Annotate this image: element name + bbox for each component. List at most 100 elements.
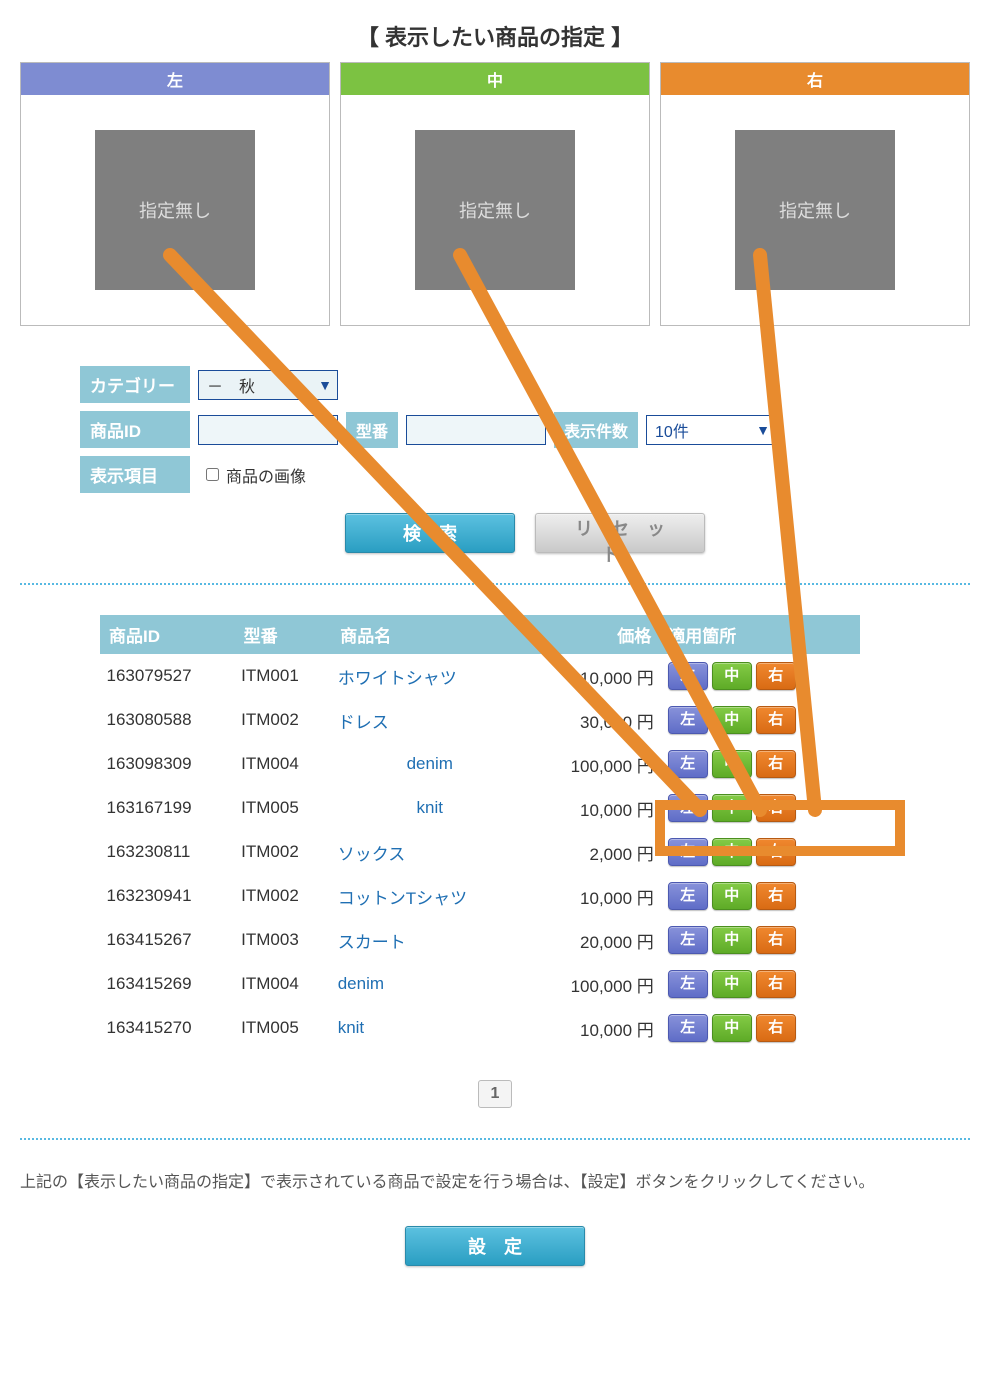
reset-button[interactable]: リセット (535, 513, 705, 553)
set-button[interactable]: 設定 (405, 1226, 585, 1266)
cell-id: 163080588 (101, 698, 236, 742)
cell-id: 163167199 (101, 786, 236, 830)
cell-id: 163415269 (101, 962, 236, 1006)
divider (20, 1138, 970, 1140)
cell-model: ITM002 (235, 698, 332, 742)
cell-price: 2,000 円 (528, 830, 660, 874)
apply-center-button[interactable]: 中 (712, 926, 752, 954)
apply-left-button[interactable]: 左 (668, 838, 708, 866)
apply-left-button[interactable]: 左 (668, 706, 708, 734)
cell-name[interactable]: denim (332, 962, 528, 1006)
cell-price: 10,000 円 (528, 786, 660, 830)
display-fields-label: 表示項目 (80, 456, 190, 493)
cell-name[interactable]: denim (332, 742, 528, 786)
apply-center-button[interactable]: 中 (712, 794, 752, 822)
apply-center-button[interactable]: 中 (712, 838, 752, 866)
apply-center-button[interactable]: 中 (712, 662, 752, 690)
apply-right-button[interactable]: 右 (756, 926, 796, 954)
category-label: カテゴリー (80, 366, 190, 403)
table-row: 163415269ITM004denim100,000 円左中右 (101, 962, 860, 1006)
apply-center-button[interactable]: 中 (712, 970, 752, 998)
model-label: 型番 (346, 412, 398, 448)
cell-price: 100,000 円 (528, 742, 660, 786)
table-row: 163098309ITM004denim100,000 円左中右 (101, 742, 860, 786)
apply-left-button[interactable]: 左 (668, 970, 708, 998)
cell-price: 10,000 円 (528, 874, 660, 918)
apply-left-button[interactable]: 左 (668, 750, 708, 778)
slot-right: 右 指定無し (660, 62, 970, 326)
apply-center-button[interactable]: 中 (712, 1014, 752, 1042)
apply-right-button[interactable]: 右 (756, 706, 796, 734)
apply-left-button[interactable]: 左 (668, 882, 708, 910)
cell-apply: 左中右 (660, 1006, 860, 1050)
apply-left-button[interactable]: 左 (668, 1014, 708, 1042)
cell-model: ITM005 (235, 1006, 332, 1050)
apply-right-button[interactable]: 右 (756, 882, 796, 910)
cell-name[interactable]: knit (332, 786, 528, 830)
cell-model: ITM004 (235, 962, 332, 1006)
apply-right-button[interactable]: 右 (756, 662, 796, 690)
cell-model: ITM002 (235, 874, 332, 918)
cell-model: ITM003 (235, 918, 332, 962)
show-image-checkbox-label[interactable]: 商品の画像 (202, 463, 306, 487)
col-apply: 適用箇所 (660, 616, 860, 654)
cell-model: ITM001 (235, 654, 332, 699)
apply-left-button[interactable]: 左 (668, 662, 708, 690)
apply-right-button[interactable]: 右 (756, 1014, 796, 1042)
col-id: 商品ID (101, 616, 236, 654)
col-name: 商品名 (332, 616, 528, 654)
apply-center-button[interactable]: 中 (712, 750, 752, 778)
slot-center-thumb: 指定無し (415, 130, 575, 290)
cell-apply: 左中右 (660, 698, 860, 742)
table-row: 163230941ITM002コットンTシャツ10,000 円左中右 (101, 874, 860, 918)
slot-center-header: 中 (341, 63, 649, 95)
cell-model: ITM004 (235, 742, 332, 786)
pager: 1 (20, 1080, 970, 1108)
apply-left-button[interactable]: 左 (668, 794, 708, 822)
page-1-button[interactable]: 1 (478, 1080, 513, 1108)
search-button[interactable]: 検索 (345, 513, 515, 553)
apply-right-button[interactable]: 右 (756, 970, 796, 998)
model-input[interactable] (406, 415, 546, 445)
apply-right-button[interactable]: 右 (756, 838, 796, 866)
slot-right-header: 右 (661, 63, 969, 95)
apply-center-button[interactable]: 中 (712, 882, 752, 910)
product-id-label: 商品ID (80, 411, 190, 448)
filter-form: カテゴリー － 秋 ▼ 商品ID 型番 表示件数 10件 ▼ 表示項目 商品の画… (20, 366, 970, 553)
cell-apply: 左中右 (660, 830, 860, 874)
col-price: 価格 (528, 616, 660, 654)
cell-id: 163415270 (101, 1006, 236, 1050)
table-row: 163230811ITM002ソックス2,000 円左中右 (101, 830, 860, 874)
apply-right-button[interactable]: 右 (756, 750, 796, 778)
cell-name[interactable]: ホワイトシャツ (332, 654, 528, 699)
cell-name[interactable]: ソックス (332, 830, 528, 874)
cell-name[interactable]: コットンTシャツ (332, 874, 528, 918)
show-image-checkbox[interactable] (206, 468, 219, 481)
cell-apply: 左中右 (660, 654, 860, 699)
table-row: 163080588ITM002ドレス30,000 円左中右 (101, 698, 860, 742)
cell-name[interactable]: knit (332, 1006, 528, 1050)
instruction-text: 上記の【表示したい商品の指定】で表示されている商品で設定を行う場合は、【設定】ボ… (20, 1170, 970, 1196)
cell-name[interactable]: ドレス (332, 698, 528, 742)
cell-name[interactable]: スカート (332, 918, 528, 962)
col-model: 型番 (235, 616, 332, 654)
category-select[interactable]: － 秋 (198, 370, 338, 400)
apply-left-button[interactable]: 左 (668, 926, 708, 954)
perpage-select[interactable]: 10件 (646, 415, 776, 445)
slot-right-body[interactable]: 指定無し (661, 95, 969, 325)
table-row: 163415270ITM005knit10,000 円左中右 (101, 1006, 860, 1050)
page-title: 【 表示したい商品の指定 】 (20, 20, 970, 52)
product-id-input[interactable] (198, 415, 338, 445)
slot-left-header: 左 (21, 63, 329, 95)
slot-left-thumb: 指定無し (95, 130, 255, 290)
perpage-label: 表示件数 (554, 412, 638, 448)
table-row: 163167199ITM005knit10,000 円左中右 (101, 786, 860, 830)
divider (20, 583, 970, 585)
cell-apply: 左中右 (660, 742, 860, 786)
slot-left-body[interactable]: 指定無し (21, 95, 329, 325)
apply-right-button[interactable]: 右 (756, 794, 796, 822)
cell-apply: 左中右 (660, 918, 860, 962)
apply-center-button[interactable]: 中 (712, 706, 752, 734)
slot-center-body[interactable]: 指定無し (341, 95, 649, 325)
slot-left: 左 指定無し (20, 62, 330, 326)
